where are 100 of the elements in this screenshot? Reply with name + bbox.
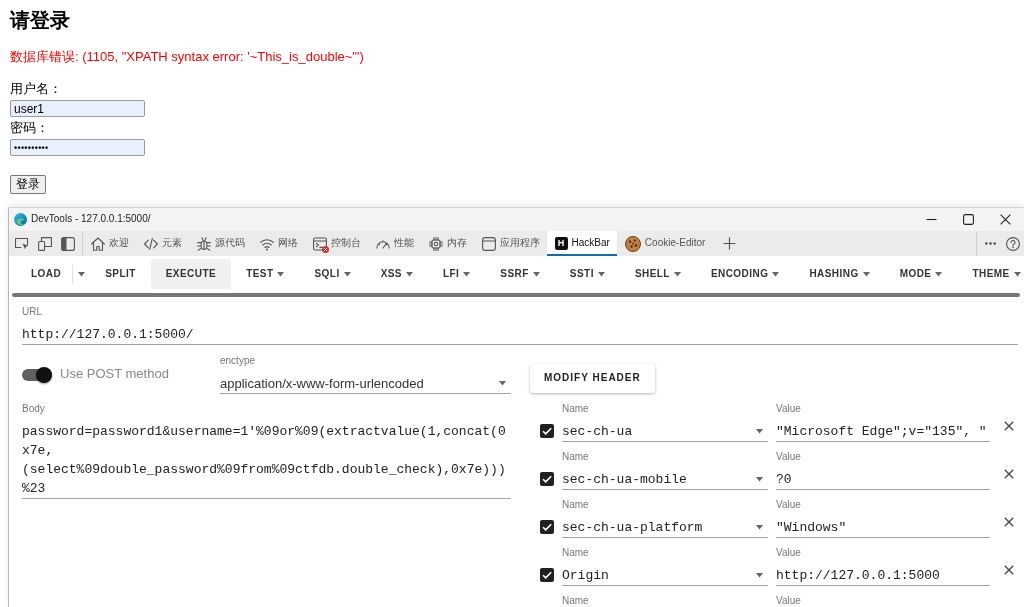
menu-button[interactable]: MODE xyxy=(884,259,958,289)
enctype-select[interactable]: application/x-www-form-urlencoded xyxy=(220,374,511,394)
menu-button[interactable]: TEST xyxy=(231,259,300,289)
header-value-field[interactable]: "Microsoft Edge";v="135", " xyxy=(776,422,990,442)
password-label: 密码： xyxy=(10,120,49,136)
cookie-icon xyxy=(624,235,641,252)
menu-button[interactable]: LOAD xyxy=(16,259,73,289)
app-window-icon xyxy=(481,236,496,251)
devtools-tab[interactable]: 性能 xyxy=(368,231,421,256)
menu-button[interactable]: XSS xyxy=(365,259,428,289)
header-name-select[interactable]: sec-ch-ua-mobile xyxy=(562,470,768,490)
header-name-select[interactable]: Origin xyxy=(562,566,768,586)
close-icon[interactable] xyxy=(1004,421,1014,431)
url-field[interactable]: http://127.0.0.1:5000/ xyxy=(22,325,1018,345)
caret-icon xyxy=(406,271,413,277)
error-message: 数据库错误: (1105, "XPATH syntax error: '~This_is_double~'") xyxy=(10,49,364,65)
devtools-tab[interactable]: Cookie-Editor xyxy=(617,231,713,256)
menu-button[interactable]: ENCODING xyxy=(695,259,795,289)
caret-icon xyxy=(78,271,86,277)
header-name-select[interactable]: sec-ch-ua xyxy=(562,422,768,442)
caret-icon xyxy=(756,525,763,530)
menu-button[interactable]: LFI xyxy=(428,259,486,289)
menu-button[interactable]: HASHING xyxy=(794,259,885,289)
header-value-field[interactable]: http://127.0.0.1:5000 xyxy=(776,566,990,586)
caret-icon xyxy=(532,271,540,277)
toggle-label: Use POST method xyxy=(60,366,169,383)
maximize-icon[interactable] xyxy=(963,214,974,225)
checkbox[interactable] xyxy=(540,424,554,438)
header-value-label: Value xyxy=(776,595,802,607)
caret-icon xyxy=(1013,271,1021,277)
header-value-label: Value xyxy=(776,403,802,415)
inspect-icon[interactable] xyxy=(15,236,29,251)
help-icon[interactable] xyxy=(1006,236,1020,251)
devtools-tab[interactable]: 元素 xyxy=(136,231,189,256)
header-name-label: Name xyxy=(562,595,590,607)
devtools-tab[interactable]: 应用程序 xyxy=(474,231,547,256)
header-name-select[interactable]: sec-ch-ua-platform xyxy=(562,518,768,538)
caret-icon xyxy=(499,381,506,386)
devtools-tab[interactable]: 内存 xyxy=(421,231,474,256)
menu-button[interactable]: THEME xyxy=(957,259,1024,289)
username-label: 用户名： xyxy=(10,81,62,97)
caret-icon xyxy=(673,271,681,277)
devtools-tab[interactable]: 源代码 xyxy=(189,231,252,256)
header-name-label: Name xyxy=(562,451,590,463)
devtools-tab[interactable]: 欢迎 xyxy=(83,231,136,256)
checkbox[interactable] xyxy=(540,472,554,486)
window-icon xyxy=(14,213,27,226)
close-icon[interactable] xyxy=(1004,517,1014,527)
header-name-label: Name xyxy=(562,547,590,559)
caret-icon xyxy=(463,271,471,277)
menu-button[interactable]: SPLIT xyxy=(90,259,151,289)
more-icon[interactable] xyxy=(985,242,996,245)
menu-button[interactable]: SHELL xyxy=(619,259,696,289)
sidebar-icon[interactable] xyxy=(61,236,75,251)
caret-icon xyxy=(343,271,351,277)
close-icon[interactable] xyxy=(1004,469,1014,479)
body-field[interactable]: password=password1&username=1'%09or%09(extractvalue(1,concat(0x7e,(select%09double_password%09from%09ctfdb.double_check),0x7e)))%23 xyxy=(22,422,511,499)
page-title: 请登录 xyxy=(10,8,70,32)
devtools-tab[interactable]: 网络 xyxy=(252,231,305,256)
code-icon xyxy=(143,236,158,251)
checkbox[interactable] xyxy=(540,568,554,582)
menu-button[interactable]: SSRF xyxy=(485,259,555,289)
chip-icon xyxy=(428,236,443,251)
header-value-field[interactable]: ?0 xyxy=(776,470,990,490)
house-icon xyxy=(90,236,105,251)
header-value-field[interactable]: "Windows" xyxy=(776,518,990,538)
header-name-label: Name xyxy=(562,403,590,415)
close-icon[interactable] xyxy=(1000,214,1011,225)
menu-button[interactable]: EXECUTE xyxy=(150,259,232,289)
caret-icon xyxy=(935,271,943,277)
devtools-tab[interactable]: 控制台 xyxy=(305,231,368,256)
window-title: DevTools - 127.0.0.1:5000/ xyxy=(31,213,151,226)
username-field[interactable]: user1 xyxy=(10,100,145,117)
wifi-icon xyxy=(259,236,274,251)
menu-button[interactable]: SSTI xyxy=(554,259,620,289)
bug-icon xyxy=(196,236,211,251)
header-name-label: Name xyxy=(562,499,590,511)
checkbox[interactable] xyxy=(540,520,554,534)
login-button[interactable]: 登录 xyxy=(10,175,46,194)
post-method-toggle[interactable] xyxy=(22,366,52,383)
caret-icon xyxy=(756,573,763,578)
caret-icon xyxy=(277,271,285,277)
caret-icon xyxy=(862,271,870,277)
caret-icon xyxy=(597,271,605,277)
device-icon[interactable] xyxy=(38,236,52,251)
app-logo: H xyxy=(554,237,568,250)
header-value-label: Value xyxy=(776,499,802,511)
close-icon[interactable] xyxy=(1004,565,1014,575)
plus-icon[interactable] xyxy=(722,237,736,250)
password-field[interactable]: •••••••••• xyxy=(10,139,145,156)
body-label: Body xyxy=(22,403,46,415)
header-value-label: Value xyxy=(776,451,802,463)
devtools-tab[interactable]: H HackBar xyxy=(547,231,618,256)
menu-button[interactable]: SQLI xyxy=(299,259,366,289)
caret-icon xyxy=(756,429,763,434)
caret-icon xyxy=(756,477,763,482)
caret-icon xyxy=(772,271,780,277)
url-label: URL xyxy=(22,306,43,318)
modify-header-button[interactable]: MODIFY HEADER xyxy=(530,364,655,393)
terminal-icon xyxy=(312,236,327,251)
